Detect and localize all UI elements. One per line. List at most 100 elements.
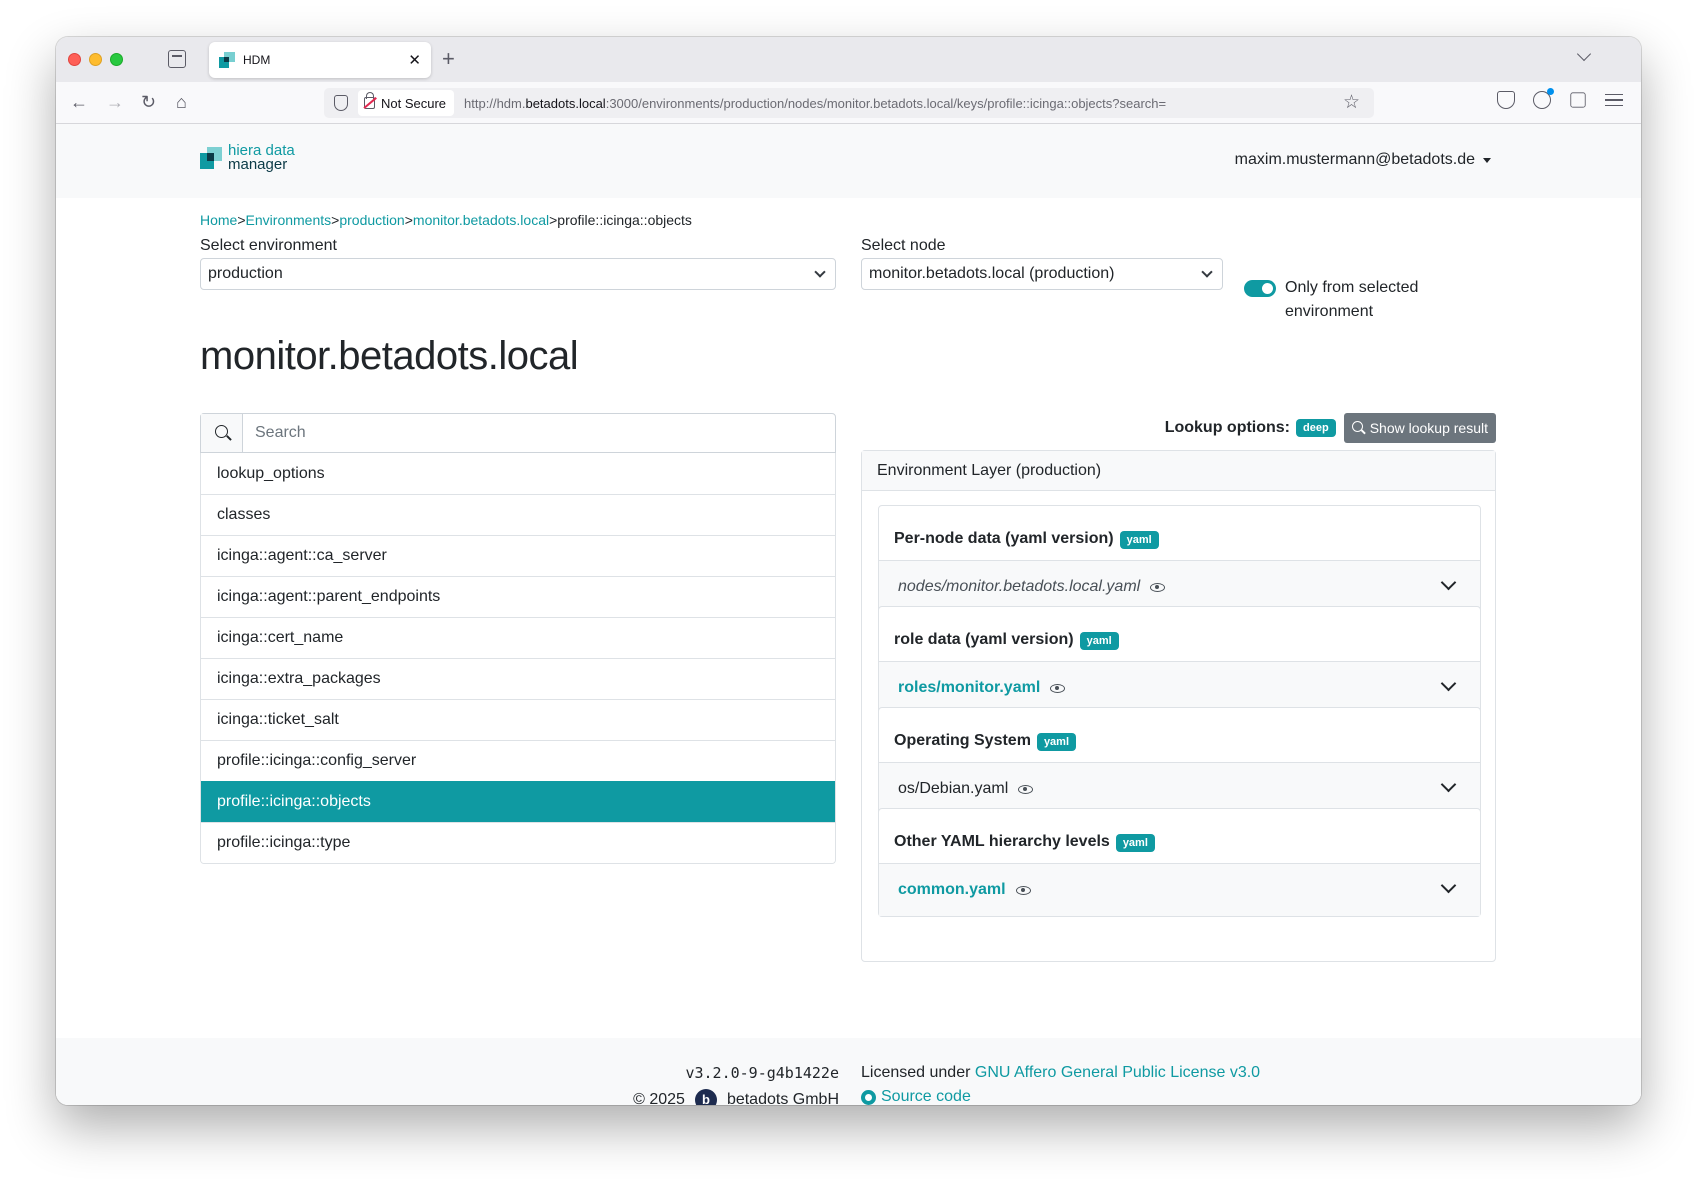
search-icon	[1351, 421, 1363, 432]
account-icon[interactable]	[1533, 88, 1554, 109]
search-input[interactable]	[243, 414, 835, 452]
browser-tab[interactable]: HDM ✕	[209, 42, 431, 78]
window-controls	[68, 53, 123, 66]
tab-strip: HDM ✕ +	[56, 37, 1641, 82]
hierarchy-card: Other YAML hierarchy levels yaml common.ya…	[878, 808, 1481, 917]
insecure-lock-icon	[364, 92, 375, 109]
url-bar[interactable]: Not Secure http://hdm.betadots.local:300…	[324, 88, 1374, 118]
minimize-window-button[interactable]	[89, 53, 102, 66]
layer-header: Environment Layer (production)	[862, 451, 1495, 491]
key-list-item[interactable]: profile::icinga::type	[201, 822, 835, 863]
chevron-down-icon[interactable]	[1440, 574, 1457, 591]
chevron-down-icon[interactable]	[1440, 675, 1457, 692]
key-list-item[interactable]: profile::icinga::config_server	[201, 740, 835, 781]
show-lookup-result-label: Show lookup result	[1369, 420, 1488, 436]
source-code-link[interactable]: Source code	[861, 1088, 971, 1105]
close-window-button[interactable]	[68, 53, 81, 66]
breadcrumb-separator: >	[237, 212, 246, 228]
close-tab-icon[interactable]: ✕	[408, 51, 421, 69]
eye-icon[interactable]	[1018, 784, 1034, 794]
url-domain: betadots.local	[525, 95, 606, 111]
hierarchy-name: role data (yaml version)	[894, 631, 1074, 648]
node-select[interactable]: monitor.betadots.local (production)	[861, 258, 1223, 290]
lookup-options-row: Lookup options: deep Show lookup result	[1165, 413, 1496, 443]
breadcrumb-home[interactable]: Home	[200, 212, 237, 228]
hdm-favicon-icon	[219, 52, 235, 68]
environment-select-value: production	[208, 265, 283, 282]
forward-arrow-icon[interactable]: →	[106, 91, 124, 113]
navigation-bar: ← → ↻ ⌂ Not Secure http://hdm.betadots.l…	[56, 82, 1641, 124]
bookmark-star-icon[interactable]: ☆	[1343, 91, 1360, 114]
key-list-item[interactable]: icinga::agent::parent_endpoints	[201, 576, 835, 617]
url-text[interactable]: http://hdm.betadots.local:3000/environme…	[464, 96, 1166, 111]
maximize-window-button[interactable]	[110, 53, 123, 66]
github-icon	[861, 1089, 876, 1105]
hierarchy-file-row[interactable]: common.yaml	[879, 864, 1480, 916]
breadcrumb-production[interactable]: production	[339, 212, 404, 228]
tab-list-chevron-icon[interactable]	[1576, 46, 1592, 62]
only-selected-env-toggle[interactable]	[1244, 280, 1276, 297]
breadcrumb-environments[interactable]: Environments	[246, 212, 332, 228]
license-prefix: Licensed under	[861, 1064, 971, 1081]
eye-icon[interactable]	[1150, 582, 1166, 592]
back-arrow-icon[interactable]: ←	[70, 91, 88, 113]
security-label: Not Secure	[381, 95, 447, 111]
breadcrumb: Home > Environments > production > monit…	[200, 212, 692, 228]
toggle-label: Only from selected environment	[1285, 279, 1419, 320]
chevron-down-icon[interactable]	[1440, 776, 1457, 793]
breadcrumb-separator: >	[404, 212, 413, 228]
env-select-label: Select environment	[200, 237, 337, 254]
caret-down-icon	[1483, 157, 1491, 163]
license-link[interactable]: GNU Affero General Public License v3.0	[975, 1064, 1260, 1081]
environment-select[interactable]: production	[200, 258, 836, 290]
security-indicator[interactable]: Not Secure	[358, 90, 455, 116]
extensions-icon[interactable]	[1570, 92, 1586, 108]
key-list-item[interactable]: icinga::agent::ca_server	[201, 535, 835, 576]
hierarchy-backend-badge: yaml	[1119, 531, 1159, 549]
key-list-item[interactable]: icinga::extra_packages	[201, 658, 835, 699]
hamburger-menu-icon[interactable]	[1605, 94, 1623, 106]
reload-icon[interactable]: ↻	[141, 91, 156, 113]
logo-text: hiera data manager	[228, 143, 295, 172]
key-list-item[interactable]: icinga::ticket_salt	[201, 699, 835, 740]
chevron-down-icon	[814, 266, 826, 278]
chevron-down-icon[interactable]	[1440, 877, 1457, 894]
chevron-down-icon	[1201, 266, 1213, 278]
key-list: lookup_options classes icinga::agent::ca_s…	[200, 453, 836, 864]
hierarchy-card: Operating System yaml os/Debian.yaml	[878, 707, 1481, 816]
app-header: hiera data manager maxim.mustermann@beta…	[56, 124, 1641, 198]
key-list-item[interactable]: classes	[201, 494, 835, 535]
hierarchy-title: Other YAML hierarchy levels yaml	[879, 809, 1480, 864]
key-search	[200, 413, 836, 453]
user-menu[interactable]: maxim.mustermann@betadots.de	[1235, 151, 1491, 169]
user-email: maxim.mustermann@betadots.de	[1234, 151, 1475, 168]
hdm-logo[interactable]: hiera data manager	[200, 143, 295, 172]
eye-icon[interactable]	[1050, 683, 1066, 693]
pocket-icon[interactable]	[1497, 91, 1515, 109]
home-icon[interactable]: ⌂	[176, 91, 187, 113]
footer: v3.2.0-9-g4b1422e © 2025 betadots GmbH L…	[56, 1038, 1641, 1105]
hierarchy-backend-badge: yaml	[1079, 632, 1119, 650]
url-prefix: http://hdm.	[464, 95, 526, 111]
key-list-item[interactable]: icinga::cert_name	[201, 617, 835, 658]
breadcrumb-current: profile::icinga::objects	[557, 212, 692, 228]
breadcrumb-node[interactable]: monitor.betadots.local	[413, 212, 549, 228]
environment-layer-card: Environment Layer (production) Per-node …	[861, 450, 1496, 962]
url-path: :3000/environments/production/nodes/moni…	[605, 95, 1167, 111]
tab-overview-icon[interactable]	[168, 50, 186, 68]
tracking-shield-icon[interactable]	[334, 95, 348, 111]
key-list-item[interactable]: profile::icinga::objects	[201, 781, 835, 822]
hierarchy-title: Operating System yaml	[879, 708, 1480, 763]
key-list-item[interactable]: lookup_options	[201, 453, 835, 494]
lookup-options-label: Lookup options:	[1164, 419, 1291, 436]
hierarchy-file-name: roles/monitor.yaml	[898, 679, 1041, 696]
hierarchy-name: Operating System	[894, 732, 1031, 749]
eye-icon[interactable]	[1015, 885, 1031, 895]
page-title: monitor.betadots.local	[200, 334, 579, 378]
new-tab-button[interactable]: +	[442, 46, 455, 72]
tab-title: HDM	[243, 53, 271, 67]
toolbar-icons	[1497, 88, 1623, 109]
browser-window: HDM ✕ + ← → ↻ ⌂ Not Secure http://hdm.be…	[56, 37, 1641, 1105]
show-lookup-result-button[interactable]: Show lookup result	[1343, 413, 1496, 443]
hierarchy-file-name: nodes/monitor.betadots.local.yaml	[898, 578, 1141, 595]
